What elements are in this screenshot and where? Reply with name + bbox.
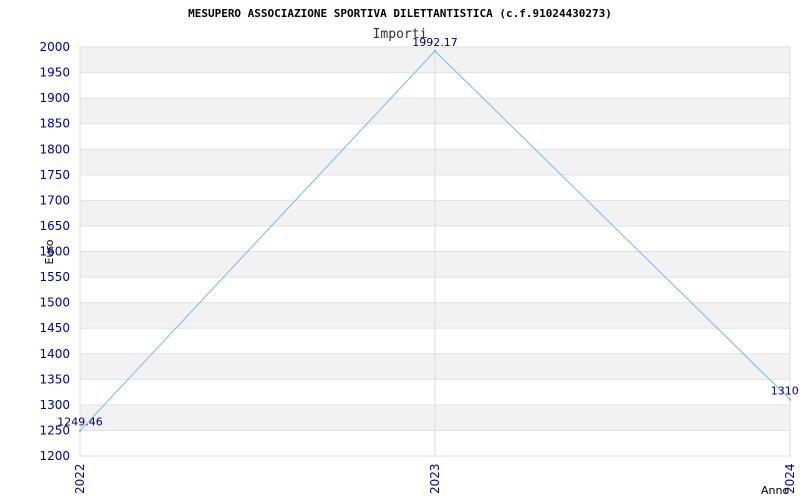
data-point bbox=[788, 398, 792, 401]
y-tick-label: 1300 bbox=[39, 398, 70, 412]
line-chart: MESUPERO ASSOCIAZIONE SPORTIVA DILETTANT… bbox=[39, 7, 800, 497]
data-point bbox=[433, 49, 437, 53]
x-tick-label: 2022 bbox=[73, 463, 87, 494]
y-tick-label: 1700 bbox=[39, 193, 70, 207]
x-axis-ticks: 2022 2023 2024 bbox=[73, 463, 797, 494]
y-axis-label: Euro bbox=[43, 239, 56, 264]
y-tick-label: 1350 bbox=[39, 372, 70, 386]
y-tick-label: 2000 bbox=[39, 40, 70, 54]
y-tick-label: 1650 bbox=[39, 219, 70, 233]
x-axis-label: Anno bbox=[761, 484, 789, 497]
y-tick-label: 1500 bbox=[39, 296, 70, 310]
y-tick-label: 1850 bbox=[39, 117, 70, 131]
data-label: 1310.5 bbox=[771, 385, 800, 398]
data-label: 1992.17 bbox=[412, 36, 458, 49]
y-tick-label: 1400 bbox=[39, 347, 70, 361]
x-tick-label: 2023 bbox=[428, 463, 442, 494]
y-tick-label: 1950 bbox=[39, 66, 70, 80]
data-point bbox=[78, 429, 82, 432]
y-tick-label: 1800 bbox=[39, 142, 70, 156]
y-tick-label: 1750 bbox=[39, 168, 70, 182]
chart-title: MESUPERO ASSOCIAZIONE SPORTIVA DILETTANT… bbox=[188, 7, 612, 20]
y-tick-label: 1550 bbox=[39, 270, 70, 284]
y-tick-label: 1900 bbox=[39, 91, 70, 105]
y-tick-label: 1450 bbox=[39, 321, 70, 335]
y-tick-label: 1200 bbox=[39, 449, 70, 463]
data-label: 1249.46 bbox=[57, 416, 103, 429]
